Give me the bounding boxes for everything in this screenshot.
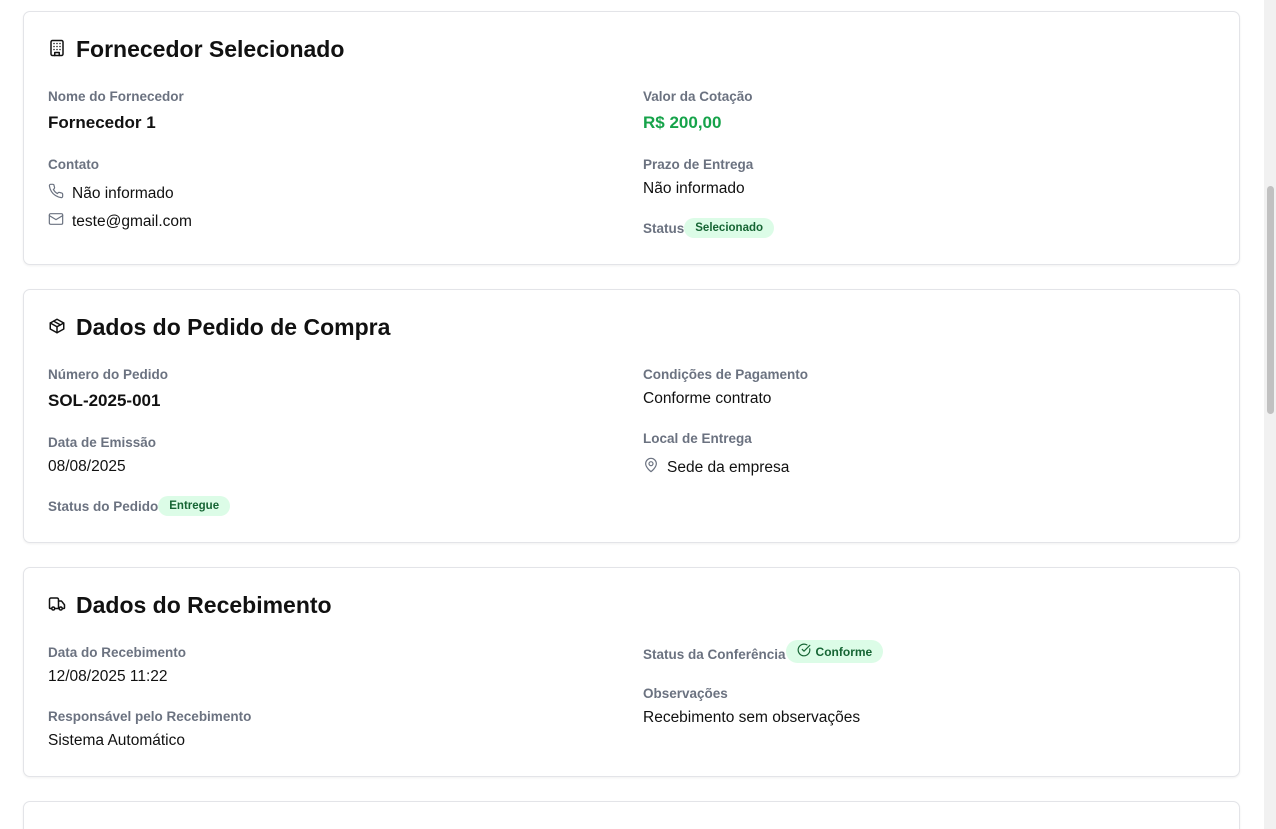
order-card: Dados do Pedido de Compra Número do Pedi… — [23, 289, 1240, 543]
check-circle-icon — [797, 643, 811, 660]
notes-value: Recebimento sem observações — [643, 709, 861, 726]
location-row: Sede da empresa — [643, 457, 789, 478]
payment-value: Conforme contrato — [643, 390, 772, 407]
check-status-text: Conforme — [815, 644, 873, 659]
contact-label: Contato — [48, 157, 99, 172]
supplier-card: Fornecedor Selecionado Nome do Fornecedo… — [23, 11, 1240, 265]
supplier-card-title: Fornecedor Selecionado — [48, 36, 344, 63]
order-number-value: SOL-2025-001 — [48, 391, 161, 410]
supplier-status-row: Status Selecionado — [643, 218, 775, 238]
responsible-label: Responsável pelo Recebimento — [48, 709, 252, 724]
receipt-date-label: Data do Recebimento — [48, 645, 187, 660]
page-content: Fornecedor Selecionado Nome do Fornecedo… — [0, 0, 1264, 829]
order-card-title: Dados do Pedido de Compra — [48, 314, 390, 341]
order-status-label: Status do Pedido — [48, 498, 159, 514]
contact-email-value: teste@gmail.com — [72, 212, 192, 230]
contact-phone-value: Não informado — [72, 184, 174, 202]
responsible-value: Sistema Automático — [48, 732, 185, 749]
receipt-date-value: 12/08/2025 11:22 — [48, 668, 168, 685]
issue-date-value: 08/08/2025 — [48, 458, 126, 475]
scrollbar-thumb[interactable] — [1267, 186, 1274, 414]
vertical-scrollbar[interactable] — [1264, 0, 1276, 829]
supplier-status-label: Status — [643, 220, 685, 236]
quote-value: R$ 200,00 — [643, 113, 722, 132]
order-status-row: Status do Pedido Entregue — [48, 496, 231, 516]
receipt-title-text: Dados do Recebimento — [76, 592, 332, 618]
order-number-label: Número do Pedido — [48, 367, 169, 382]
supplier-name-value: Fornecedor 1 — [48, 113, 156, 132]
next-card — [23, 801, 1240, 829]
map-pin-icon — [643, 457, 659, 478]
contact-email-row: teste@gmail.com — [48, 211, 192, 232]
package-icon — [48, 314, 66, 341]
check-status-badge: Conforme — [785, 640, 884, 663]
check-status-row: Status da Conferência Conforme — [643, 640, 884, 663]
mail-icon — [48, 211, 64, 232]
truck-icon — [48, 592, 66, 619]
notes-label: Observações — [643, 686, 728, 701]
building-icon — [48, 36, 66, 63]
supplier-name-label: Nome do Fornecedor — [48, 89, 184, 104]
order-title-text: Dados do Pedido de Compra — [76, 314, 391, 340]
receipt-card-title: Dados do Recebimento — [48, 592, 332, 619]
payment-label: Condições de Pagamento — [643, 367, 809, 382]
delivery-value: Não informado — [643, 180, 745, 197]
contact-phone-row: Não informado — [48, 183, 174, 204]
location-value: Sede da empresa — [667, 458, 790, 476]
phone-icon — [48, 183, 64, 204]
issue-date-label: Data de Emissão — [48, 435, 157, 450]
receipt-card: Dados do Recebimento Data do Recebimento… — [23, 567, 1240, 777]
location-label: Local de Entrega — [643, 431, 752, 446]
check-status-label: Status da Conferência — [643, 647, 786, 662]
quote-label: Valor da Cotação — [643, 89, 753, 104]
supplier-title-text: Fornecedor Selecionado — [76, 36, 345, 62]
supplier-status-badge: Selecionado — [684, 218, 775, 238]
order-status-badge: Entregue — [158, 496, 231, 516]
delivery-label: Prazo de Entrega — [643, 157, 754, 172]
